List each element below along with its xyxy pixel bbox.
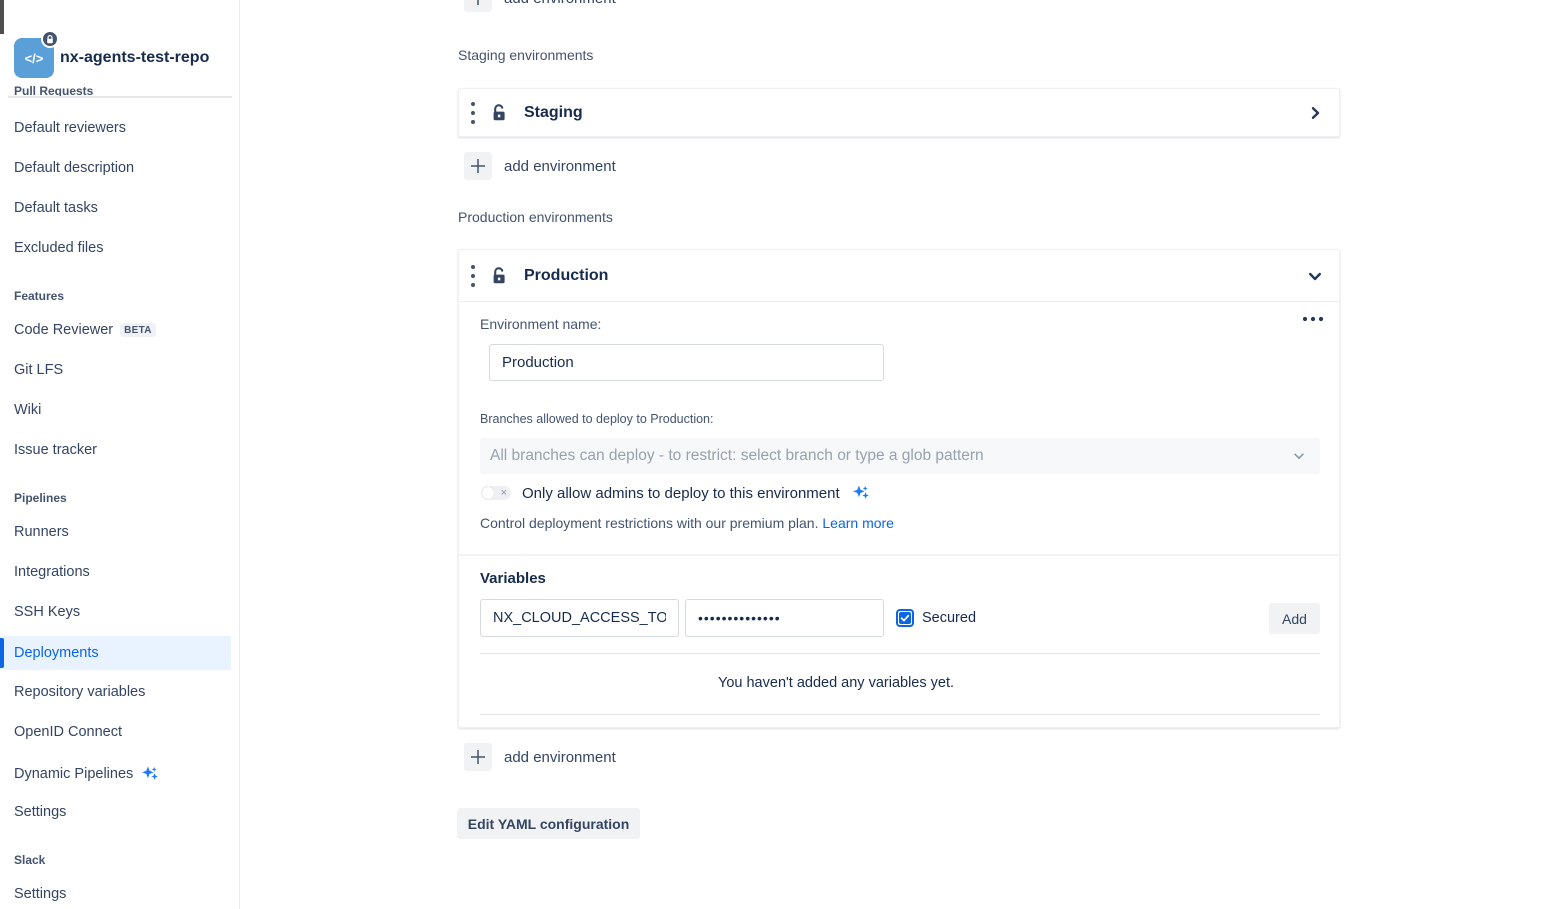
environment-name-label: Environment name:: [480, 316, 601, 332]
code-icon: </>: [25, 51, 44, 66]
add-variable-button[interactable]: Add: [1269, 603, 1320, 634]
sparkles-icon: [140, 764, 160, 784]
premium-plan-text: Control deployment restrictions with our…: [480, 515, 894, 531]
scrollbar-thumb[interactable]: [0, 0, 4, 34]
sidebar-item-issue-tracker[interactable]: Issue tracker: [14, 442, 97, 458]
secured-label: Secured: [922, 610, 976, 626]
staging-card-title: Staging: [524, 104, 583, 122]
sidebar-item-wiki[interactable]: Wiki: [14, 402, 41, 418]
sidebar-item-deployments[interactable]: Deployments: [0, 636, 231, 670]
sidebar-divider: [8, 96, 232, 98]
sidebar-item-label: Code Reviewer: [14, 322, 113, 338]
production-environments-label: Production environments: [458, 209, 613, 225]
sidebar-item-repository-variables[interactable]: Repository variables: [14, 684, 145, 700]
section-divider: [459, 554, 1339, 556]
sidebar-item-integrations[interactable]: Integrations: [14, 564, 90, 580]
premium-plan-message: Control deployment restrictions with our…: [480, 515, 818, 531]
branches-select[interactable]: All branches can deploy - to restrict: s…: [480, 438, 1320, 474]
sidebar-item-label: Dynamic Pipelines: [14, 766, 133, 782]
chevron-right-icon[interactable]: [1307, 105, 1323, 121]
sidebar-item-excluded-files[interactable]: Excluded files: [14, 240, 103, 256]
sidebar-section-slack: Slack: [14, 853, 45, 867]
unlock-icon: [489, 266, 509, 286]
admins-only-toggle-row: × Only allow admins to deploy to this en…: [481, 483, 871, 503]
lock-icon: [46, 35, 54, 44]
sidebar-item-dynamic-pipelines[interactable]: Dynamic Pipelines: [14, 764, 160, 784]
sidebar-item-default-reviewers[interactable]: Default reviewers: [14, 120, 126, 136]
environment-name-input[interactable]: [489, 344, 884, 381]
staging-card-header[interactable]: Staging: [459, 89, 1339, 136]
chevron-down-icon: [1292, 449, 1306, 463]
sidebar-item-ssh-keys[interactable]: SSH Keys: [14, 604, 80, 620]
plus-icon: [464, 0, 492, 12]
add-environment-label: add environment: [504, 0, 616, 7]
sidebar-item-git-lfs[interactable]: Git LFS: [14, 362, 63, 378]
unlock-icon: [489, 103, 509, 123]
repo-name[interactable]: nx-agents-test-repo: [60, 49, 209, 67]
learn-more-link[interactable]: Learn more: [822, 515, 894, 531]
sidebar-item-default-description[interactable]: Default description: [14, 160, 134, 176]
production-environment-card: Production Environment name: Branches al…: [458, 249, 1340, 728]
staging-environments-label: Staging environments: [458, 47, 593, 63]
sidebar: </> nx-agents-test-repo Pull Requests De…: [0, 0, 240, 909]
variable-value-input[interactable]: [685, 599, 884, 637]
sidebar-item-runners[interactable]: Runners: [14, 524, 69, 540]
variables-table-divider: [480, 714, 1320, 715]
secured-checkbox-row: Secured: [896, 609, 976, 627]
sidebar-item-default-tasks[interactable]: Default tasks: [14, 200, 98, 216]
sidebar-section-features: Features: [14, 289, 64, 303]
staging-environment-card: Staging: [458, 88, 1340, 137]
edit-yaml-configuration-button[interactable]: Edit YAML configuration: [457, 808, 640, 839]
ellipsis-menu-icon[interactable]: [1302, 316, 1324, 322]
check-icon: [900, 613, 910, 623]
add-environment-button-top-partial[interactable]: add environment: [464, 0, 616, 12]
admins-only-toggle[interactable]: ×: [481, 486, 511, 500]
drag-handle-icon[interactable]: [468, 100, 478, 126]
sidebar-item-pipelines-settings[interactable]: Settings: [14, 804, 66, 820]
variable-name-input[interactable]: [480, 599, 679, 637]
sidebar-item-slack-settings[interactable]: Settings: [14, 886, 66, 902]
production-card-header[interactable]: Production: [459, 250, 1339, 302]
add-environment-label: add environment: [504, 158, 616, 175]
chevron-down-icon[interactable]: [1307, 268, 1323, 284]
variables-title: Variables: [480, 570, 546, 587]
sidebar-item-openid-connect[interactable]: OpenID Connect: [14, 724, 122, 740]
secured-checkbox[interactable]: [896, 609, 914, 627]
admins-only-label: Only allow admins to deploy to this envi…: [522, 485, 840, 502]
add-environment-label: add environment: [504, 749, 616, 766]
branches-select-placeholder: All branches can deploy - to restrict: s…: [490, 447, 984, 465]
add-staging-environment-button[interactable]: add environment: [464, 152, 616, 180]
private-lock-badge: [41, 30, 59, 48]
deployments-settings-page: </> nx-agents-test-repo Pull Requests De…: [0, 0, 1555, 909]
variables-table-divider: [480, 653, 1320, 654]
drag-handle-icon[interactable]: [468, 263, 478, 289]
branches-allowed-label: Branches allowed to deploy to Production…: [480, 412, 713, 426]
empty-variables-message: You haven't added any variables yet.: [718, 675, 954, 691]
add-production-environment-button[interactable]: add environment: [464, 743, 616, 771]
plus-icon: [464, 743, 492, 771]
toggle-knob: [482, 487, 494, 499]
sidebar-section-pipelines: Pipelines: [14, 491, 67, 505]
sparkles-icon: [851, 483, 871, 503]
toggle-off-icon: ×: [501, 486, 507, 500]
plus-icon: [464, 152, 492, 180]
production-card-title: Production: [524, 267, 608, 285]
sidebar-item-code-reviewer[interactable]: Code Reviewer BETA: [14, 322, 156, 338]
beta-badge: BETA: [120, 323, 156, 337]
